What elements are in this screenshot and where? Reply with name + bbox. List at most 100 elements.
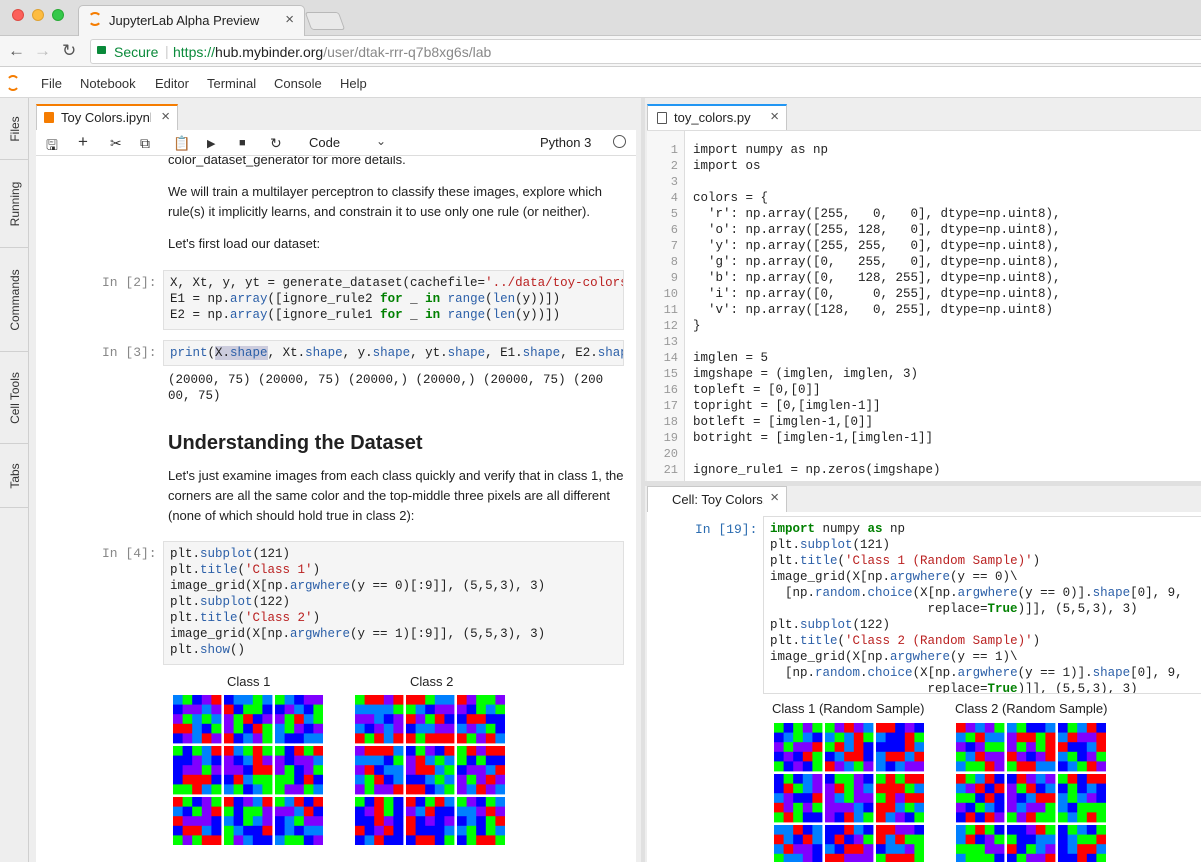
pixel	[224, 765, 234, 776]
pixel	[885, 742, 896, 753]
insert-cell-icon[interactable]: +	[78, 132, 88, 152]
minimize-window-button[interactable]	[32, 9, 44, 21]
pixel	[994, 732, 1005, 743]
pixel	[1086, 742, 1097, 753]
menu-terminal[interactable]: Terminal	[207, 76, 256, 91]
pixel	[853, 793, 864, 804]
pixel	[1007, 783, 1017, 794]
pixel	[201, 835, 212, 845]
code-cell[interactable]: print(X.shape, Xt.shape, y.shape, yt.sha…	[163, 340, 624, 366]
pixel	[904, 793, 915, 804]
pixel	[1016, 751, 1027, 762]
close-cell-view-tab-icon[interactable]: ×	[770, 489, 779, 506]
reload-icon[interactable]: ↻	[62, 41, 76, 61]
pixel	[904, 812, 915, 823]
cell-view-tab[interactable]: Cell: Toy Colors.ipynb ×	[647, 486, 787, 512]
pixel	[1058, 742, 1068, 753]
code-cell[interactable]: plt.subplot(121) plt.title('Class 1') im…	[163, 541, 624, 665]
pixel	[425, 733, 436, 744]
sidebar-tab-running[interactable]: Running	[0, 160, 29, 248]
pixel	[406, 825, 416, 836]
pixel	[834, 802, 845, 813]
forward-icon[interactable]: →	[34, 41, 51, 61]
close-notebook-tab-icon[interactable]: ×	[161, 108, 170, 125]
pixel	[485, 755, 496, 766]
sidebar-tab-commands[interactable]: Commands	[0, 248, 29, 352]
pixel	[853, 732, 864, 743]
chevron-down-icon[interactable]: ⌄	[376, 134, 386, 148]
code-cell[interactable]: import numpy as np plt.subplot(121) plt.…	[763, 516, 1201, 694]
stop-icon[interactable]: ■	[239, 137, 246, 149]
pixel	[393, 704, 404, 715]
close-tab-icon[interactable]: ×	[285, 11, 294, 28]
pixel	[355, 733, 365, 744]
code-cell[interactable]: X, Xt, y, yt = generate_dataset(cachefil…	[163, 270, 624, 330]
pixel	[182, 806, 193, 817]
pixel	[1086, 853, 1097, 862]
sidebar-tab-files[interactable]: Files	[0, 98, 29, 160]
pixel	[224, 755, 234, 766]
notebook-tab[interactable]: Toy Colors.ipynb ×	[36, 104, 178, 130]
line-number: 16	[663, 383, 678, 397]
menu-console[interactable]: Console	[274, 76, 322, 91]
sidebar-tab-tabs[interactable]: Tabs	[0, 444, 29, 508]
pixel	[313, 806, 323, 817]
browser-tab-title: JupyterLab Alpha Preview	[109, 13, 260, 28]
menu-editor[interactable]: Editor	[155, 76, 189, 91]
pixel	[485, 774, 496, 785]
editor-tab[interactable]: toy_colors.py ×	[647, 104, 787, 130]
restart-icon[interactable]: ↻	[270, 135, 282, 152]
pixel	[1007, 742, 1017, 753]
pixel	[984, 732, 995, 743]
pixel	[774, 723, 784, 733]
url-field[interactable]: Secure | https://hub.mybinder.org/user/d…	[90, 39, 1201, 64]
pixel	[294, 774, 305, 785]
pixel	[476, 825, 487, 836]
menu-help[interactable]: Help	[340, 76, 367, 91]
code-editor[interactable]: 1 2 3 4 5 6 7 8 9 10 11 12 13 14 15 16 17 18 19 20 21 import…	[647, 130, 1201, 481]
pixel	[262, 765, 273, 776]
zoom-window-button[interactable]	[52, 9, 64, 21]
pixel	[965, 802, 976, 813]
pixel	[457, 806, 467, 817]
browser-tab[interactable]: JupyterLab Alpha Preview ×	[78, 5, 305, 36]
cell-type-select[interactable]: Code	[309, 135, 340, 150]
close-window-button[interactable]	[12, 9, 24, 21]
pixel	[853, 834, 864, 845]
pixel	[975, 834, 986, 845]
cut-icon[interactable]: ✂	[110, 135, 122, 152]
code-line: imgshape = (imglen, imglen, 3)	[693, 367, 919, 381]
pixel	[303, 774, 314, 785]
pixel	[1096, 783, 1106, 794]
pixel	[994, 761, 1005, 772]
pixel	[393, 816, 404, 827]
pixel	[383, 816, 394, 827]
paste-icon[interactable]: 📋	[173, 135, 190, 152]
pixel	[895, 732, 906, 743]
pixel	[895, 853, 906, 862]
pixel	[812, 783, 823, 794]
pixel	[956, 732, 966, 743]
pixel	[303, 816, 314, 827]
pixel	[374, 714, 385, 725]
pixel	[457, 825, 467, 836]
pixel	[965, 723, 976, 733]
pixel	[1086, 834, 1097, 845]
pixel	[294, 714, 305, 725]
pixel	[914, 723, 924, 733]
close-editor-tab-icon[interactable]: ×	[770, 108, 779, 125]
back-icon[interactable]: ←	[8, 41, 25, 61]
sidebar-tab-cell-tools[interactable]: Cell Tools	[0, 352, 29, 444]
pixel	[233, 755, 244, 766]
new-tab-button[interactable]	[304, 12, 346, 30]
menu-notebook[interactable]: Notebook	[80, 76, 136, 91]
menu-file[interactable]: File	[41, 76, 62, 91]
kernel-name[interactable]: Python 3	[540, 135, 591, 150]
pixel	[252, 806, 263, 817]
pixel	[844, 853, 855, 862]
pixel	[383, 797, 394, 807]
run-icon[interactable]: ▶	[207, 137, 215, 150]
copy-icon[interactable]: ⧉	[140, 135, 150, 152]
pixel	[355, 746, 365, 756]
pixel	[355, 714, 365, 725]
